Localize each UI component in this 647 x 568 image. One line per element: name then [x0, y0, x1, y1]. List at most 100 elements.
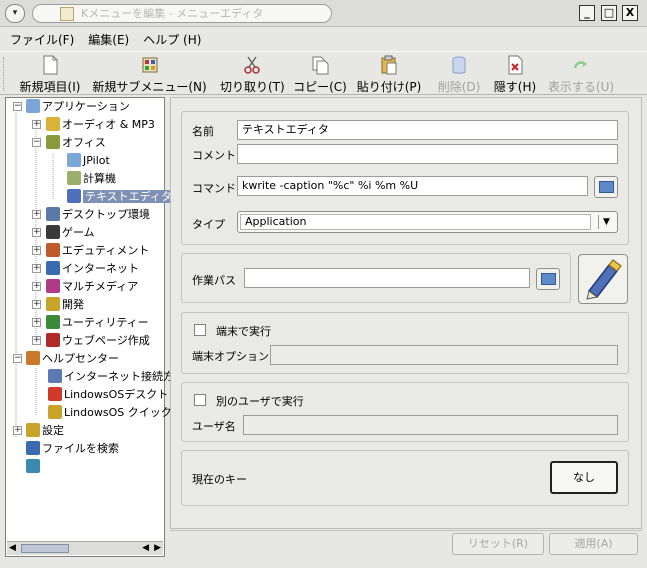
tree-label: ヘルプセンター	[42, 352, 119, 365]
item-icon-button[interactable]	[578, 254, 628, 304]
new-submenu-button[interactable]: 新規サブメニュー(N)	[92, 54, 207, 94]
cut-button[interactable]: 切り取り(T)	[220, 54, 285, 94]
tree-item-network[interactable]	[26, 458, 42, 476]
tree-item-desktop[interactable]: + デスクトップ環境	[32, 206, 150, 224]
terminal-options-field[interactable]	[270, 345, 618, 365]
tree-item-find-files[interactable]: ファイルを検索	[26, 440, 119, 458]
cut-label: 切り取り(T)	[220, 80, 285, 94]
tree-item-multimedia[interactable]: + マルチメディア	[32, 278, 138, 296]
network-icon	[26, 459, 40, 473]
menu-bar: ファイル(F) 編集(E) ヘルプ (H)	[0, 28, 647, 50]
expand-toggle[interactable]: +	[32, 210, 41, 219]
development-icon	[46, 297, 60, 311]
current-key-button[interactable]: なし	[550, 461, 618, 494]
expand-toggle[interactable]: +	[32, 246, 41, 255]
browse-workpath-button[interactable]	[536, 268, 560, 290]
tree-item-development[interactable]: + 開発	[32, 296, 84, 314]
expand-toggle[interactable]: +	[32, 120, 41, 129]
tree-item-edutainment[interactable]: + エデュティメント	[32, 242, 149, 260]
lindows-desktop-icon	[48, 387, 62, 401]
scroll-left-icon[interactable]: ◀	[142, 542, 149, 555]
tree-item-internet[interactable]: + インターネット	[32, 260, 139, 278]
paste-icon	[381, 55, 397, 75]
tree-item-help-center[interactable]: − ヘルプセンター	[13, 350, 119, 368]
web-authoring-icon	[46, 333, 60, 347]
tree-label: LindowsOS クイック.	[64, 406, 176, 419]
run-as-user-checkbox[interactable]	[194, 394, 206, 406]
workpath-field[interactable]	[244, 268, 530, 288]
expand-toggle[interactable]: +	[32, 318, 41, 327]
type-select[interactable]: Application ▼	[237, 211, 618, 233]
scissors-icon	[244, 56, 260, 74]
hide-button[interactable]: 隠す(H)	[492, 54, 538, 94]
tree-label: インターネット接続方:	[64, 370, 178, 383]
tree-item-applications[interactable]: − アプリケーション	[13, 98, 130, 116]
settings-icon	[26, 423, 40, 437]
tree-label: インターネット	[62, 262, 139, 275]
tree-label: 設定	[42, 424, 64, 437]
apply-button[interactable]: 適用(A)	[549, 533, 638, 555]
new-submenu-icon	[142, 57, 157, 73]
hide-icon	[508, 55, 523, 75]
menu-edit[interactable]: 編集(E)	[86, 31, 131, 48]
menu-file[interactable]: ファイル(F)	[8, 31, 76, 48]
hide-label: 隠す(H)	[493, 80, 537, 94]
run-in-terminal-checkbox[interactable]	[194, 324, 206, 336]
new-item-button[interactable]: 新規項目(I)	[15, 54, 85, 94]
window-menu-button[interactable]: ▾	[5, 4, 25, 23]
tree-item-text-editor[interactable]: テキストエディタ	[67, 188, 174, 206]
expand-toggle[interactable]: +	[32, 300, 41, 309]
command-label: コマンド	[192, 182, 236, 195]
collapse-toggle[interactable]: −	[13, 354, 22, 363]
command-field[interactable]: kwrite -caption "%c" %i %m %U	[237, 176, 588, 196]
tree-label: オフィス	[62, 136, 106, 149]
tree-label: JPilot	[83, 154, 110, 167]
tree-item-lindows-quick[interactable]: LindowsOS クイック.	[48, 404, 175, 422]
tree-label: テキストエディタ	[83, 190, 174, 203]
scroll-left-icon[interactable]: ◀	[9, 542, 16, 555]
collapse-toggle[interactable]: −	[13, 102, 22, 111]
name-field[interactable]: テキストエディタ	[237, 120, 618, 140]
tree-horizontal-scrollbar[interactable]: ◀ ◀ ▶	[7, 541, 163, 555]
title-bar: ▾ Kメニューを編集 - メニューエディタ _ □ X	[0, 0, 647, 27]
delete-button[interactable]: 削除(D)	[436, 54, 482, 94]
tree-item-utilities[interactable]: + ユーティリティー	[32, 314, 149, 332]
minimize-button[interactable]: _	[579, 5, 595, 21]
paste-button[interactable]: 貼り付け(P)	[356, 54, 422, 94]
tree-item-games[interactable]: + ゲーム	[32, 224, 95, 242]
close-button[interactable]: X	[622, 5, 638, 21]
expand-toggle[interactable]: +	[32, 336, 41, 345]
collapse-toggle[interactable]: −	[32, 138, 41, 147]
connect-icon	[48, 369, 62, 383]
tree-item-jpilot[interactable]: JPilot	[67, 152, 110, 170]
toolbar-grip[interactable]	[3, 57, 6, 91]
expand-toggle[interactable]: +	[32, 264, 41, 273]
tree-item-calculator[interactable]: 計算機	[67, 170, 116, 188]
expand-toggle[interactable]: +	[32, 282, 41, 291]
tree-item-settings[interactable]: + 設定	[13, 422, 64, 440]
tree-item-web-authoring[interactable]: + ウェブページ作成	[32, 332, 150, 350]
current-key-label: 現在のキー	[192, 473, 247, 486]
maximize-button[interactable]: □	[601, 5, 617, 21]
expand-toggle[interactable]: +	[32, 228, 41, 237]
internet-icon	[46, 261, 60, 275]
copy-button[interactable]: コピー(C)	[293, 54, 347, 94]
tree-item-lindows-desktop[interactable]: LindowsOSデスクト	[48, 386, 168, 404]
show-button[interactable]: 表示する(U)	[546, 54, 616, 94]
expand-toggle[interactable]: +	[13, 426, 22, 435]
tree-item-audio[interactable]: + オーディオ & MP3	[32, 116, 155, 134]
comment-field[interactable]	[237, 144, 618, 164]
reset-button[interactable]: リセット(R)	[452, 533, 544, 555]
tree-item-internet-connect[interactable]: インターネット接続方:	[48, 368, 178, 386]
scroll-right-icon[interactable]: ▶	[154, 542, 161, 555]
workpath-label: 作業パス	[192, 274, 236, 287]
jpilot-icon	[67, 153, 81, 167]
browse-command-button[interactable]	[594, 176, 618, 198]
tree-item-office[interactable]: − オフィス	[32, 134, 106, 152]
tree-label: オーディオ & MP3	[62, 118, 155, 131]
username-label: ユーザ名	[192, 420, 236, 433]
menu-tree[interactable]: − アプリケーション + オーディオ & MP3 − オフィス JPilot 計…	[5, 97, 178, 557]
menu-help[interactable]: ヘルプ (H)	[141, 31, 203, 48]
scrollbar-thumb[interactable]	[21, 544, 69, 553]
username-field[interactable]	[243, 415, 618, 435]
